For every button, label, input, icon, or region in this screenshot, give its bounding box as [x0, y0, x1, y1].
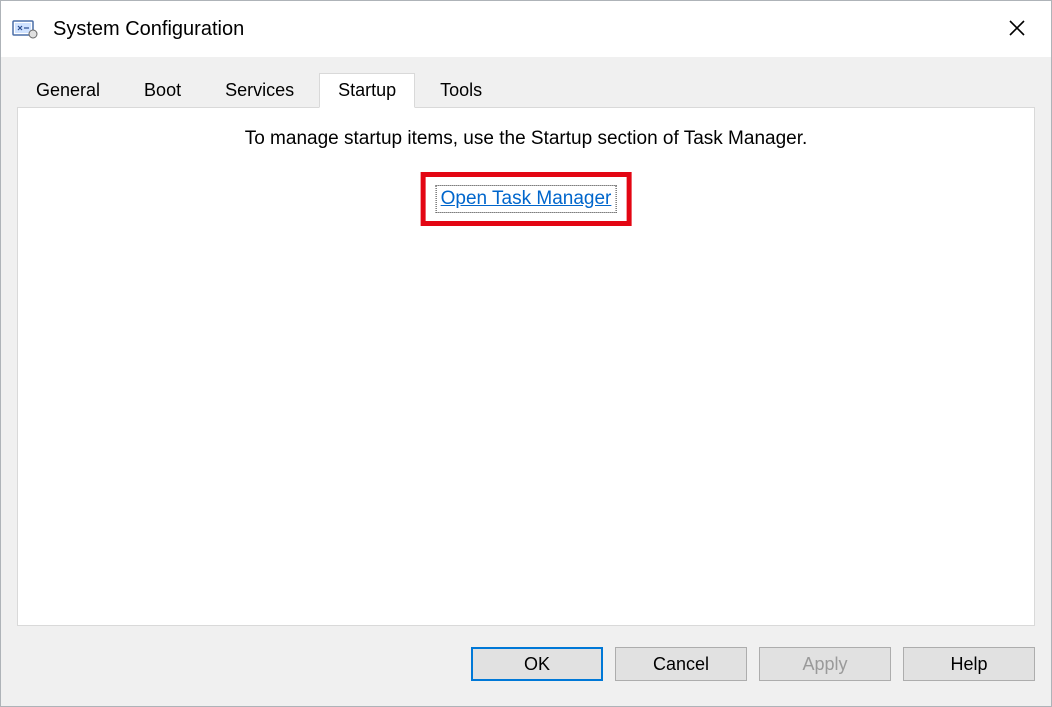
tabstrip: General Boot Services Startup Tools	[17, 71, 1035, 107]
tab-content-startup: To manage startup items, use the Startup…	[17, 107, 1035, 626]
dialog-button-bar: OK Cancel Apply Help	[17, 636, 1035, 692]
open-task-manager-highlight: Open Task Manager	[421, 172, 632, 226]
ok-button[interactable]: OK	[471, 647, 603, 681]
focus-rect: Open Task Manager	[436, 185, 617, 213]
window-title: System Configuration	[53, 18, 244, 41]
annotation-red-box: Open Task Manager	[421, 172, 632, 226]
close-icon	[1008, 19, 1026, 37]
startup-message: To manage startup items, use the Startup…	[18, 128, 1034, 150]
help-button[interactable]: Help	[903, 647, 1035, 681]
titlebar: System Configuration	[1, 1, 1051, 57]
tab-general[interactable]: General	[17, 73, 119, 107]
app-icon	[11, 18, 39, 40]
tab-boot[interactable]: Boot	[125, 73, 200, 107]
client-area: General Boot Services Startup Tools To m…	[1, 57, 1051, 706]
tab-services[interactable]: Services	[206, 73, 313, 107]
tab-startup[interactable]: Startup	[319, 73, 415, 108]
open-task-manager-link[interactable]: Open Task Manager	[441, 188, 612, 209]
tab-tools[interactable]: Tools	[421, 73, 501, 107]
close-button[interactable]	[997, 11, 1037, 45]
cancel-button[interactable]: Cancel	[615, 647, 747, 681]
apply-button: Apply	[759, 647, 891, 681]
system-configuration-window: System Configuration General Boot Servic…	[0, 0, 1052, 707]
